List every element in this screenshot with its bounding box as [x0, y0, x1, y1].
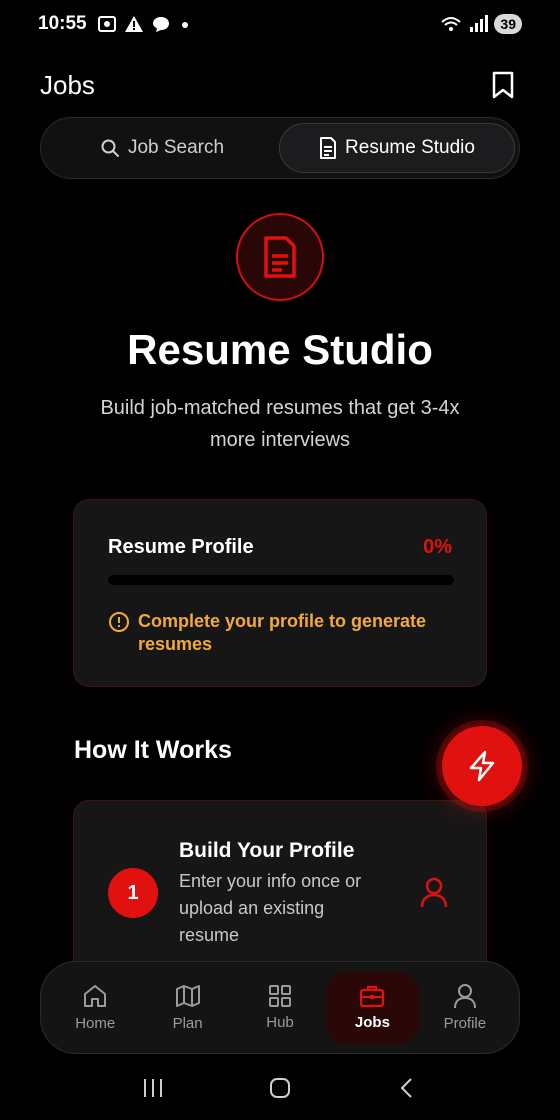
bookmark-icon	[492, 71, 514, 99]
profile-label: Resume Profile	[108, 536, 254, 558]
user-icon	[453, 984, 476, 1009]
user-icon	[420, 877, 448, 908]
warning-icon	[109, 612, 129, 632]
battery-indicator: 39	[494, 14, 522, 34]
nav-item-jobs[interactable]: Jobs	[326, 971, 419, 1044]
wifi-icon	[441, 17, 462, 31]
status-left: 10:55	[38, 13, 192, 35]
status-time: 10:55	[38, 13, 87, 34]
screenshot-icon	[97, 16, 116, 32]
hero-subtitle: Build job-matched resumes that get 3-4x …	[100, 397, 460, 451]
status-bar: 10:55 39	[0, 0, 560, 48]
tab-resume-studio[interactable]: Resume Studio	[279, 123, 515, 173]
nav-item-plan[interactable]: Plan	[141, 972, 233, 1044]
briefcase-icon	[360, 985, 385, 1008]
jobs-segmented-tabs: Job Search Resume Studio	[40, 117, 520, 179]
map-icon	[175, 985, 200, 1007]
how-it-works-title: How It Works	[74, 736, 232, 764]
step-description: Enter your info once or upload an existi…	[179, 871, 362, 945]
step-number-badge: 1	[108, 868, 158, 918]
nav-item-profile[interactable]: Profile	[419, 972, 511, 1044]
tab-job-search[interactable]: Job Search	[45, 123, 279, 173]
resume-profile-card[interactable]: Resume Profile 0% Complete your profile …	[73, 499, 487, 687]
hero-icon-circle	[236, 213, 324, 301]
page-title: Jobs	[40, 69, 95, 100]
signal-icon	[470, 15, 489, 32]
step-title: Build Your Profile	[179, 839, 355, 862]
dot-icon	[181, 22, 188, 28]
nav-label-home: Home	[75, 1015, 116, 1032]
profile-progress-bar	[108, 575, 454, 585]
home-button-icon[interactable]	[268, 1076, 292, 1100]
nav-label-profile: Profile	[443, 1015, 487, 1032]
hero-title: Resume Studio	[127, 326, 433, 373]
nav-label-hub: Hub	[266, 1014, 294, 1031]
bookmark-button[interactable]	[486, 68, 520, 102]
document-icon	[320, 137, 337, 159]
profile-warning: Complete your profile to generate resume…	[108, 610, 452, 656]
grid-icon	[269, 985, 292, 1007]
alert-icon	[124, 16, 143, 32]
profile-header-row: Resume Profile 0%	[108, 536, 452, 559]
chat-bubble-icon	[152, 17, 169, 32]
document-icon	[264, 236, 296, 278]
nav-item-hub[interactable]: Hub	[234, 972, 326, 1044]
nav-label-plan: Plan	[172, 1015, 203, 1032]
nav-label-jobs: Jobs	[354, 1014, 390, 1031]
recent-apps-icon[interactable]	[141, 1076, 165, 1100]
bottom-navigation: Home Plan Hub Jobs Profile	[40, 961, 520, 1054]
back-icon[interactable]	[395, 1076, 419, 1100]
tab-job-search-label: Job Search	[127, 137, 225, 158]
warning-text: Complete your profile to generate resume…	[138, 611, 427, 654]
status-right: 39	[440, 14, 522, 34]
tab-resume-studio-label: Resume Studio	[345, 137, 475, 158]
quick-action-fab[interactable]	[442, 726, 522, 806]
home-icon	[84, 985, 107, 1007]
search-icon	[101, 139, 119, 157]
notification-icons	[97, 14, 192, 34]
lightning-icon	[469, 750, 495, 782]
profile-percent: 0%	[423, 536, 452, 558]
nav-item-home[interactable]: Home	[49, 972, 141, 1044]
app-header: Jobs	[40, 62, 520, 108]
system-navigation-bar	[0, 1055, 560, 1120]
